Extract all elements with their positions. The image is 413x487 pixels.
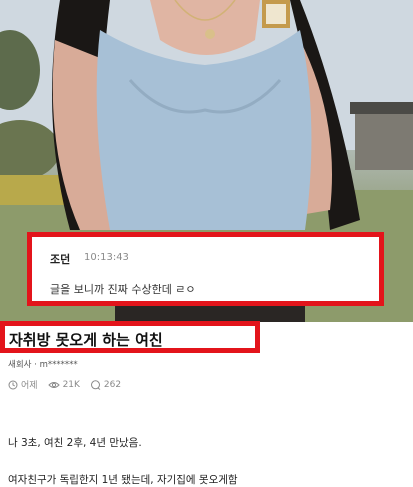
post-author[interactable]: 새회사 · m******* — [8, 358, 78, 370]
post-stats: 어제 21K 262 — [8, 378, 121, 391]
post-date-text: 어제 — [21, 381, 38, 391]
comment-icon — [90, 379, 101, 390]
clock-icon — [8, 380, 18, 389]
post-date: 어제 — [8, 378, 38, 391]
highlighted-title: 자취방 못오게 하는 여친 — [0, 321, 260, 353]
comment-time: 10:13:43 — [84, 252, 129, 263]
eye-icon — [47, 381, 60, 388]
post-comments[interactable]: 262 — [90, 380, 121, 390]
post-views: 21K — [47, 379, 80, 390]
post-views-text: 21K — [62, 379, 80, 390]
comment-text: 글을 보니까 진짜 수상한데 ㄹㅇ — [50, 283, 196, 296]
post-comments-text: 262 — [103, 379, 122, 390]
post-body-line-1: 나 3초, 여친 2후, 4년 만났음. — [8, 437, 142, 449]
comment-author[interactable]: 조던 — [50, 251, 70, 267]
post-title: 자취방 못오게 하는 여친 — [9, 331, 163, 349]
highlighted-comment: 조던 10:13:43 글을 보니까 진짜 수상한데 ㄹㅇ — [27, 232, 384, 306]
